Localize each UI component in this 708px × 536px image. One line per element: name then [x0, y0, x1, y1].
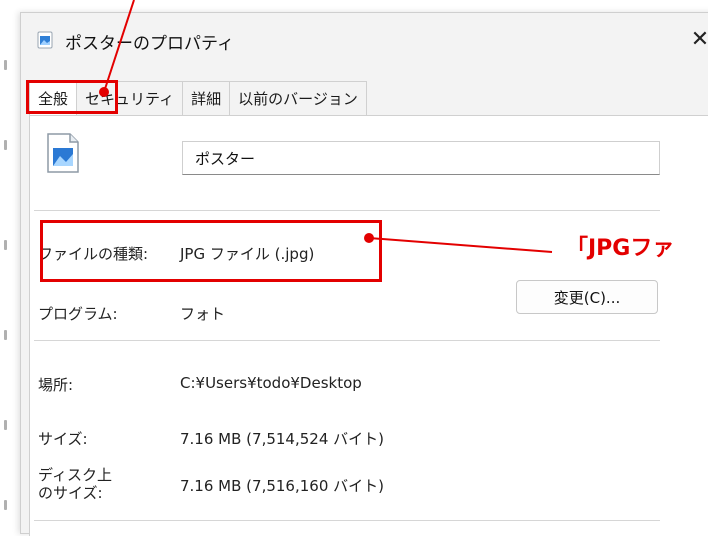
- separator: [34, 520, 660, 521]
- general-panel: [29, 115, 708, 536]
- close-button[interactable]: ✕: [685, 25, 708, 55]
- disk-size-label-line1: ディスク上: [38, 466, 112, 484]
- disk-size-label: ディスク上 のサイズ:: [38, 466, 112, 502]
- title-bar: ポスターのプロパティ ✕: [21, 13, 708, 67]
- program-value: フォト: [180, 305, 226, 323]
- tab-previous-versions[interactable]: 以前のバージョン: [229, 81, 367, 116]
- separator: [34, 210, 660, 211]
- annotation-callout: 「JPGファ: [566, 236, 675, 261]
- file-name-input[interactable]: [182, 141, 660, 175]
- disk-size-value: 7.16 MB (7,516,160 バイト): [180, 477, 384, 495]
- highlight-general-tab: [26, 80, 118, 114]
- program-label: プログラム:: [38, 305, 118, 323]
- location-value: C:¥Users¥todo¥Desktop: [180, 374, 362, 392]
- tab-details[interactable]: 詳細: [182, 81, 231, 116]
- change-program-button[interactable]: 変更(C)...: [516, 280, 658, 314]
- location-label: 場所:: [38, 376, 74, 394]
- image-file-icon: [47, 133, 79, 173]
- size-value: 7.16 MB (7,514,524 バイト): [180, 430, 384, 448]
- window-title: ポスターのプロパティ: [65, 34, 234, 54]
- size-label: サイズ:: [38, 430, 88, 448]
- separator: [34, 340, 660, 341]
- disk-size-label-line2: のサイズ:: [38, 484, 103, 502]
- image-file-icon: [37, 31, 53, 49]
- highlight-file-type: [40, 220, 382, 282]
